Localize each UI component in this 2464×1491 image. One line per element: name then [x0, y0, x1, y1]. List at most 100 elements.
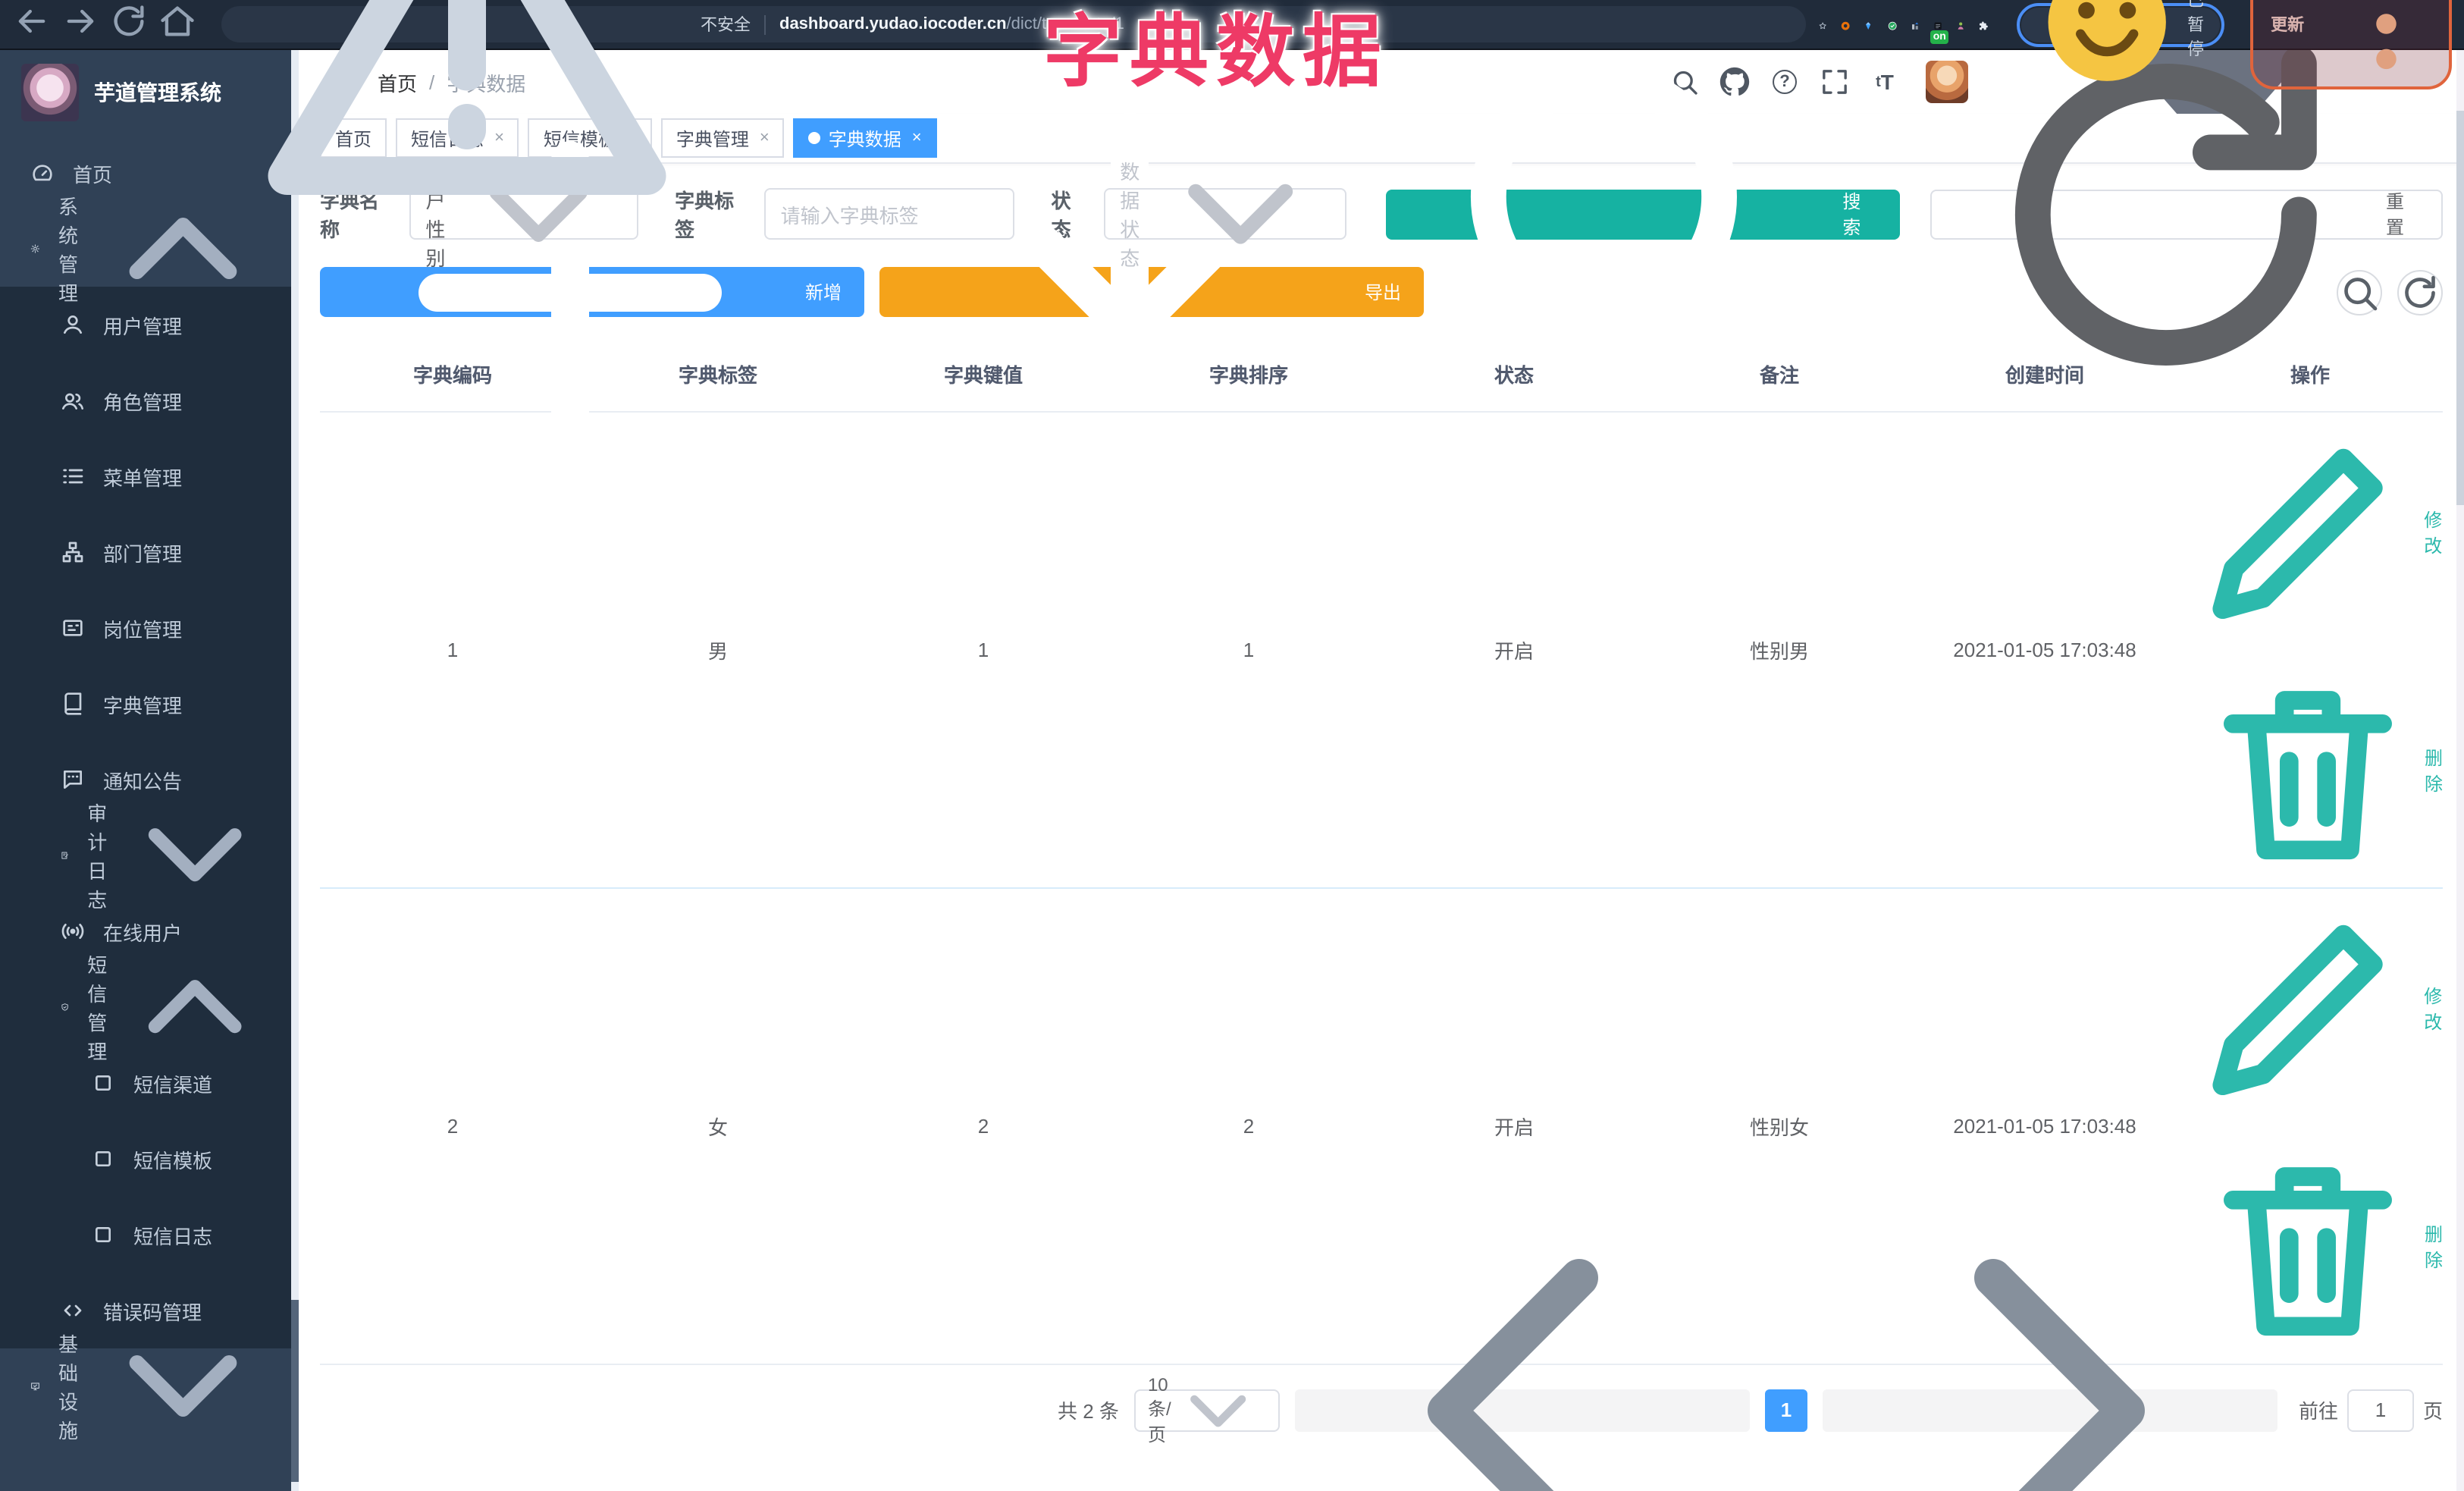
gear-icon: [30, 237, 40, 261]
check-circle-icon: [1887, 11, 1896, 38]
sidebar-item-label: 部门管理: [103, 542, 183, 565]
omnibox-divider: [764, 14, 766, 34]
sidebar-item-label: 短信日志: [133, 1225, 213, 1248]
broadcast-icon: [61, 919, 85, 943]
home-icon: [158, 1, 197, 48]
org-tree-icon: [61, 540, 85, 564]
chevron-up-icon: [115, 928, 274, 1087]
browser-forward-button[interactable]: [61, 5, 100, 44]
extension-figure[interactable]: [1956, 11, 1965, 37]
cell-value: 2: [851, 887, 1116, 1365]
sidebar-item-sms[interactable]: 短信管理: [0, 954, 299, 1063]
security-indicator[interactable]: 不安全: [240, 0, 751, 252]
cell-actions: 修改 删除: [2177, 411, 2443, 887]
gem-icon: [1864, 11, 1873, 38]
refresh-table-button[interactable]: [2397, 269, 2443, 315]
cell-status: 开启: [1494, 639, 1534, 663]
sidebar-scrollbar[interactable]: [291, 50, 299, 1491]
chevron-down-icon: [1171, 1363, 1266, 1458]
profile-paused-chip[interactable]: 已暂停: [2021, 0, 2220, 81]
sidebar-item-label: 岗位管理: [103, 618, 183, 641]
sidebar-item-label: 短信渠道: [133, 1073, 213, 1096]
active-tab-dot: [808, 132, 821, 144]
status-placeholder: 数据状态: [1120, 161, 1140, 270]
browser-update-button[interactable]: 更新: [2256, 7, 2319, 42]
browser-reload-button[interactable]: [109, 5, 149, 44]
logo-title: 芋道管理系统: [94, 80, 221, 105]
pencil-icon: [2177, 412, 2419, 654]
chevron-down-icon: [1151, 124, 1330, 303]
extension-check[interactable]: [1887, 11, 1896, 37]
search-submit-button[interactable]: 搜索: [1386, 63, 1900, 392]
page-scrollbar[interactable]: [2456, 50, 2464, 1491]
angle-left-icon: [1295, 1183, 1750, 1491]
edit-link[interactable]: 修改: [2177, 412, 2443, 654]
reset-button[interactable]: 重置: [1930, 45, 2443, 366]
edit-label: 修改: [2424, 986, 2443, 1034]
on-badge: on: [1930, 30, 1949, 43]
page-scrollbar-thumb[interactable]: [2456, 111, 2464, 505]
sidebar-item-label: 基础设施: [58, 1333, 78, 1442]
dict-label-input[interactable]: 请输入字典标签: [763, 188, 1015, 240]
back-icon: [12, 1, 52, 48]
reload-icon: [109, 1, 149, 48]
toolbar-right-actions: [2337, 269, 2443, 315]
toggle-search-button[interactable]: [2337, 269, 2382, 315]
extension-bars[interactable]: [1910, 11, 1919, 37]
sidebar-item-posts[interactable]: 岗位管理: [0, 590, 299, 666]
sidebar-item-label: 用户管理: [103, 315, 183, 337]
delete-link[interactable]: 删除: [2196, 658, 2443, 883]
sidebar-item-departments[interactable]: 部门管理: [0, 514, 299, 590]
sidebar-item-label: 短信模板: [133, 1149, 213, 1172]
edit-link[interactable]: 修改: [2177, 888, 2443, 1130]
sidebar-item-label: 角色管理: [103, 391, 183, 413]
sidebar-item-infrastructure[interactable]: 基础设施: [0, 1333, 299, 1442]
extension-gem[interactable]: [1864, 11, 1873, 37]
goto-page-value: 1: [2375, 1398, 2387, 1422]
address-bar[interactable]: 不安全 dashboard.yudao.iocoder.cn /dict/typ…: [221, 0, 1806, 195]
goto-page-input[interactable]: 1: [2346, 1389, 2414, 1432]
sidebar-item-dict[interactable]: 字典管理: [0, 666, 299, 742]
page-size-value: 10条/页: [1147, 1373, 1171, 1445]
chevron-down-icon: [115, 776, 274, 935]
app-square-icon: [91, 1147, 115, 1171]
reset-button-label: 重置: [2386, 191, 2405, 238]
browser-menu-button[interactable]: [2325, 0, 2446, 85]
page-size-select[interactable]: 10条/页: [1133, 1374, 1280, 1445]
sidebar-item-label: 系统管理: [58, 196, 78, 305]
puzzle-icon: [1979, 11, 1989, 38]
sidebar-item-menus[interactable]: 菜单管理: [0, 438, 299, 514]
extensions-menu-button[interactable]: [1979, 11, 1989, 38]
status-select[interactable]: 数据状态: [1103, 161, 1347, 270]
browser-home-button[interactable]: [158, 5, 197, 44]
sidebar-scrollbar-thumb[interactable]: [291, 1300, 299, 1482]
browser-back-button[interactable]: [12, 5, 52, 44]
orange-ring-icon: [1841, 11, 1850, 38]
add-button-label: 新增: [805, 282, 842, 303]
url-domain: dashboard.yudao.iocoder.cn: [779, 15, 1007, 33]
app-square-icon: [91, 1071, 115, 1095]
postcard-icon: [61, 616, 85, 640]
audit-doc-icon: [61, 843, 69, 868]
bookmark-star-button[interactable]: [1818, 11, 1827, 37]
book-icon: [61, 692, 85, 716]
pagination: 共 2 条 10条/页 1 前往 1 页: [320, 1258, 2443, 1491]
sidebar-item-sms-log[interactable]: 短信日志: [0, 1197, 299, 1273]
cell-remark: 性别男: [1749, 639, 1809, 663]
sidebar-item-sms-template[interactable]: 短信模板: [0, 1121, 299, 1197]
sidebar-item-roles[interactable]: 角色管理: [0, 363, 299, 438]
angle-right-icon: [1823, 1183, 2277, 1491]
browser-extensions-area: on 已暂停 更新: [1818, 0, 2453, 89]
next-page-button[interactable]: [1822, 1258, 2277, 1491]
page-content: 字典名称 用户性别 字典标签 请输入字典标签 状态 数据状态 搜索 重置 新增 …: [299, 45, 2464, 1491]
prev-page-button[interactable]: [1294, 1258, 1750, 1491]
cell-created: 2021-01-05 17:03:48: [1953, 638, 2136, 661]
sidebar-item-audit-log[interactable]: 审计日志: [0, 802, 299, 912]
page-number-1[interactable]: 1: [1764, 1389, 1807, 1432]
paused-label: 已暂停: [2187, 0, 2205, 59]
search-icon: [2338, 271, 2381, 313]
bars-icon: [1910, 11, 1919, 38]
extension-orange[interactable]: [1841, 11, 1850, 37]
extension-switch[interactable]: on: [1930, 11, 1949, 43]
warning-icon: [240, 0, 694, 252]
